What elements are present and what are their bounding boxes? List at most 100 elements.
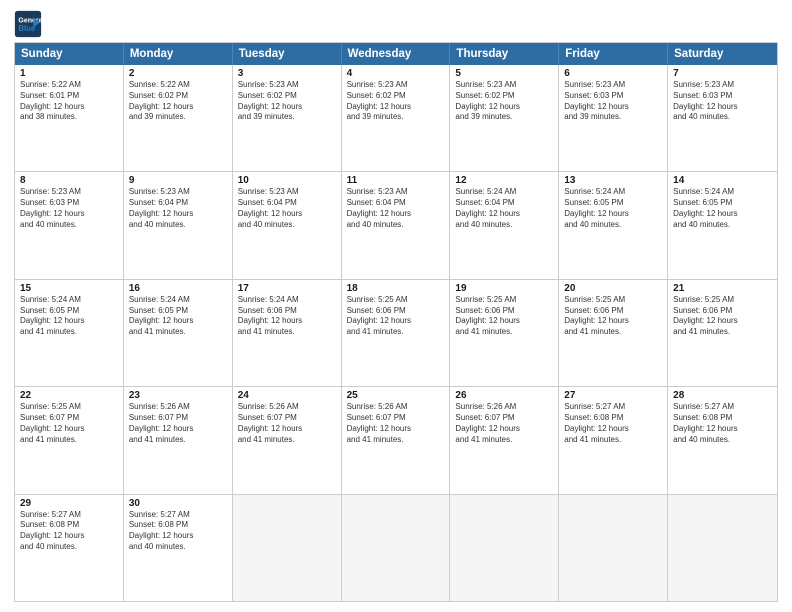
cal-cell: 26Sunrise: 5:26 AM Sunset: 6:07 PM Dayli… [450, 387, 559, 493]
header-day-friday: Friday [559, 43, 668, 65]
day-info: Sunrise: 5:23 AM Sunset: 6:02 PM Dayligh… [347, 80, 445, 123]
day-number: 28 [673, 390, 772, 401]
cal-cell: 7Sunrise: 5:23 AM Sunset: 6:03 PM Daylig… [668, 65, 777, 171]
day-info: Sunrise: 5:27 AM Sunset: 6:08 PM Dayligh… [564, 402, 662, 445]
cal-cell: 11Sunrise: 5:23 AM Sunset: 6:04 PM Dayli… [342, 172, 451, 278]
header-day-saturday: Saturday [668, 43, 777, 65]
cal-cell: 6Sunrise: 5:23 AM Sunset: 6:03 PM Daylig… [559, 65, 668, 171]
cal-cell [559, 495, 668, 601]
cal-cell: 30Sunrise: 5:27 AM Sunset: 6:08 PM Dayli… [124, 495, 233, 601]
day-info: Sunrise: 5:23 AM Sunset: 6:03 PM Dayligh… [564, 80, 662, 123]
cal-cell: 24Sunrise: 5:26 AM Sunset: 6:07 PM Dayli… [233, 387, 342, 493]
day-number: 22 [20, 390, 118, 401]
logo-icon: General Blue [14, 10, 42, 38]
logo: General Blue [14, 10, 42, 38]
calendar-row-3: 22Sunrise: 5:25 AM Sunset: 6:07 PM Dayli… [15, 386, 777, 493]
calendar-row-0: 1Sunrise: 5:22 AM Sunset: 6:01 PM Daylig… [15, 65, 777, 171]
day-number: 4 [347, 68, 445, 79]
day-info: Sunrise: 5:26 AM Sunset: 6:07 PM Dayligh… [347, 402, 445, 445]
header-day-wednesday: Wednesday [342, 43, 451, 65]
day-info: Sunrise: 5:27 AM Sunset: 6:08 PM Dayligh… [20, 510, 118, 553]
day-info: Sunrise: 5:23 AM Sunset: 6:03 PM Dayligh… [673, 80, 772, 123]
day-info: Sunrise: 5:24 AM Sunset: 6:04 PM Dayligh… [455, 187, 553, 230]
day-number: 23 [129, 390, 227, 401]
day-number: 5 [455, 68, 553, 79]
day-info: Sunrise: 5:24 AM Sunset: 6:05 PM Dayligh… [564, 187, 662, 230]
cal-cell [233, 495, 342, 601]
cal-cell: 28Sunrise: 5:27 AM Sunset: 6:08 PM Dayli… [668, 387, 777, 493]
day-number: 10 [238, 175, 336, 186]
day-number: 21 [673, 283, 772, 294]
day-number: 3 [238, 68, 336, 79]
day-number: 30 [129, 498, 227, 509]
day-number: 8 [20, 175, 118, 186]
day-number: 26 [455, 390, 553, 401]
day-info: Sunrise: 5:25 AM Sunset: 6:06 PM Dayligh… [564, 295, 662, 338]
cal-cell: 23Sunrise: 5:26 AM Sunset: 6:07 PM Dayli… [124, 387, 233, 493]
day-info: Sunrise: 5:24 AM Sunset: 6:06 PM Dayligh… [238, 295, 336, 338]
cal-cell: 27Sunrise: 5:27 AM Sunset: 6:08 PM Dayli… [559, 387, 668, 493]
cal-cell: 15Sunrise: 5:24 AM Sunset: 6:05 PM Dayli… [15, 280, 124, 386]
cal-cell [668, 495, 777, 601]
day-info: Sunrise: 5:25 AM Sunset: 6:06 PM Dayligh… [347, 295, 445, 338]
day-info: Sunrise: 5:23 AM Sunset: 6:04 PM Dayligh… [347, 187, 445, 230]
cal-cell: 1Sunrise: 5:22 AM Sunset: 6:01 PM Daylig… [15, 65, 124, 171]
day-number: 19 [455, 283, 553, 294]
day-number: 20 [564, 283, 662, 294]
cal-cell: 18Sunrise: 5:25 AM Sunset: 6:06 PM Dayli… [342, 280, 451, 386]
cal-cell [342, 495, 451, 601]
day-info: Sunrise: 5:26 AM Sunset: 6:07 PM Dayligh… [238, 402, 336, 445]
day-number: 25 [347, 390, 445, 401]
day-info: Sunrise: 5:25 AM Sunset: 6:06 PM Dayligh… [673, 295, 772, 338]
day-number: 27 [564, 390, 662, 401]
cal-cell: 9Sunrise: 5:23 AM Sunset: 6:04 PM Daylig… [124, 172, 233, 278]
cal-cell: 20Sunrise: 5:25 AM Sunset: 6:06 PM Dayli… [559, 280, 668, 386]
day-number: 14 [673, 175, 772, 186]
cal-cell: 16Sunrise: 5:24 AM Sunset: 6:05 PM Dayli… [124, 280, 233, 386]
day-number: 24 [238, 390, 336, 401]
day-info: Sunrise: 5:23 AM Sunset: 6:02 PM Dayligh… [455, 80, 553, 123]
day-info: Sunrise: 5:22 AM Sunset: 6:01 PM Dayligh… [20, 80, 118, 123]
calendar-row-4: 29Sunrise: 5:27 AM Sunset: 6:08 PM Dayli… [15, 494, 777, 601]
cal-cell: 17Sunrise: 5:24 AM Sunset: 6:06 PM Dayli… [233, 280, 342, 386]
day-number: 1 [20, 68, 118, 79]
cal-cell: 29Sunrise: 5:27 AM Sunset: 6:08 PM Dayli… [15, 495, 124, 601]
day-info: Sunrise: 5:27 AM Sunset: 6:08 PM Dayligh… [129, 510, 227, 553]
header: General Blue [14, 10, 778, 38]
cal-cell: 5Sunrise: 5:23 AM Sunset: 6:02 PM Daylig… [450, 65, 559, 171]
day-info: Sunrise: 5:26 AM Sunset: 6:07 PM Dayligh… [129, 402, 227, 445]
header-day-tuesday: Tuesday [233, 43, 342, 65]
day-number: 7 [673, 68, 772, 79]
day-number: 29 [20, 498, 118, 509]
day-info: Sunrise: 5:27 AM Sunset: 6:08 PM Dayligh… [673, 402, 772, 445]
day-info: Sunrise: 5:23 AM Sunset: 6:03 PM Dayligh… [20, 187, 118, 230]
day-number: 6 [564, 68, 662, 79]
day-number: 12 [455, 175, 553, 186]
calendar-row-2: 15Sunrise: 5:24 AM Sunset: 6:05 PM Dayli… [15, 279, 777, 386]
cal-cell: 4Sunrise: 5:23 AM Sunset: 6:02 PM Daylig… [342, 65, 451, 171]
day-info: Sunrise: 5:24 AM Sunset: 6:05 PM Dayligh… [673, 187, 772, 230]
calendar-header: SundayMondayTuesdayWednesdayThursdayFrid… [15, 43, 777, 65]
header-day-thursday: Thursday [450, 43, 559, 65]
day-number: 17 [238, 283, 336, 294]
day-info: Sunrise: 5:25 AM Sunset: 6:06 PM Dayligh… [455, 295, 553, 338]
cal-cell: 14Sunrise: 5:24 AM Sunset: 6:05 PM Dayli… [668, 172, 777, 278]
day-info: Sunrise: 5:23 AM Sunset: 6:04 PM Dayligh… [238, 187, 336, 230]
day-info: Sunrise: 5:24 AM Sunset: 6:05 PM Dayligh… [20, 295, 118, 338]
page: General Blue SundayMondayTuesdayWednesda… [0, 0, 792, 612]
cal-cell: 3Sunrise: 5:23 AM Sunset: 6:02 PM Daylig… [233, 65, 342, 171]
header-day-monday: Monday [124, 43, 233, 65]
day-number: 9 [129, 175, 227, 186]
day-number: 11 [347, 175, 445, 186]
cal-cell: 2Sunrise: 5:22 AM Sunset: 6:02 PM Daylig… [124, 65, 233, 171]
calendar-body: 1Sunrise: 5:22 AM Sunset: 6:01 PM Daylig… [15, 65, 777, 601]
day-number: 18 [347, 283, 445, 294]
day-number: 16 [129, 283, 227, 294]
day-info: Sunrise: 5:22 AM Sunset: 6:02 PM Dayligh… [129, 80, 227, 123]
day-number: 2 [129, 68, 227, 79]
day-info: Sunrise: 5:25 AM Sunset: 6:07 PM Dayligh… [20, 402, 118, 445]
day-info: Sunrise: 5:24 AM Sunset: 6:05 PM Dayligh… [129, 295, 227, 338]
cal-cell: 22Sunrise: 5:25 AM Sunset: 6:07 PM Dayli… [15, 387, 124, 493]
cal-cell: 10Sunrise: 5:23 AM Sunset: 6:04 PM Dayli… [233, 172, 342, 278]
day-info: Sunrise: 5:23 AM Sunset: 6:04 PM Dayligh… [129, 187, 227, 230]
